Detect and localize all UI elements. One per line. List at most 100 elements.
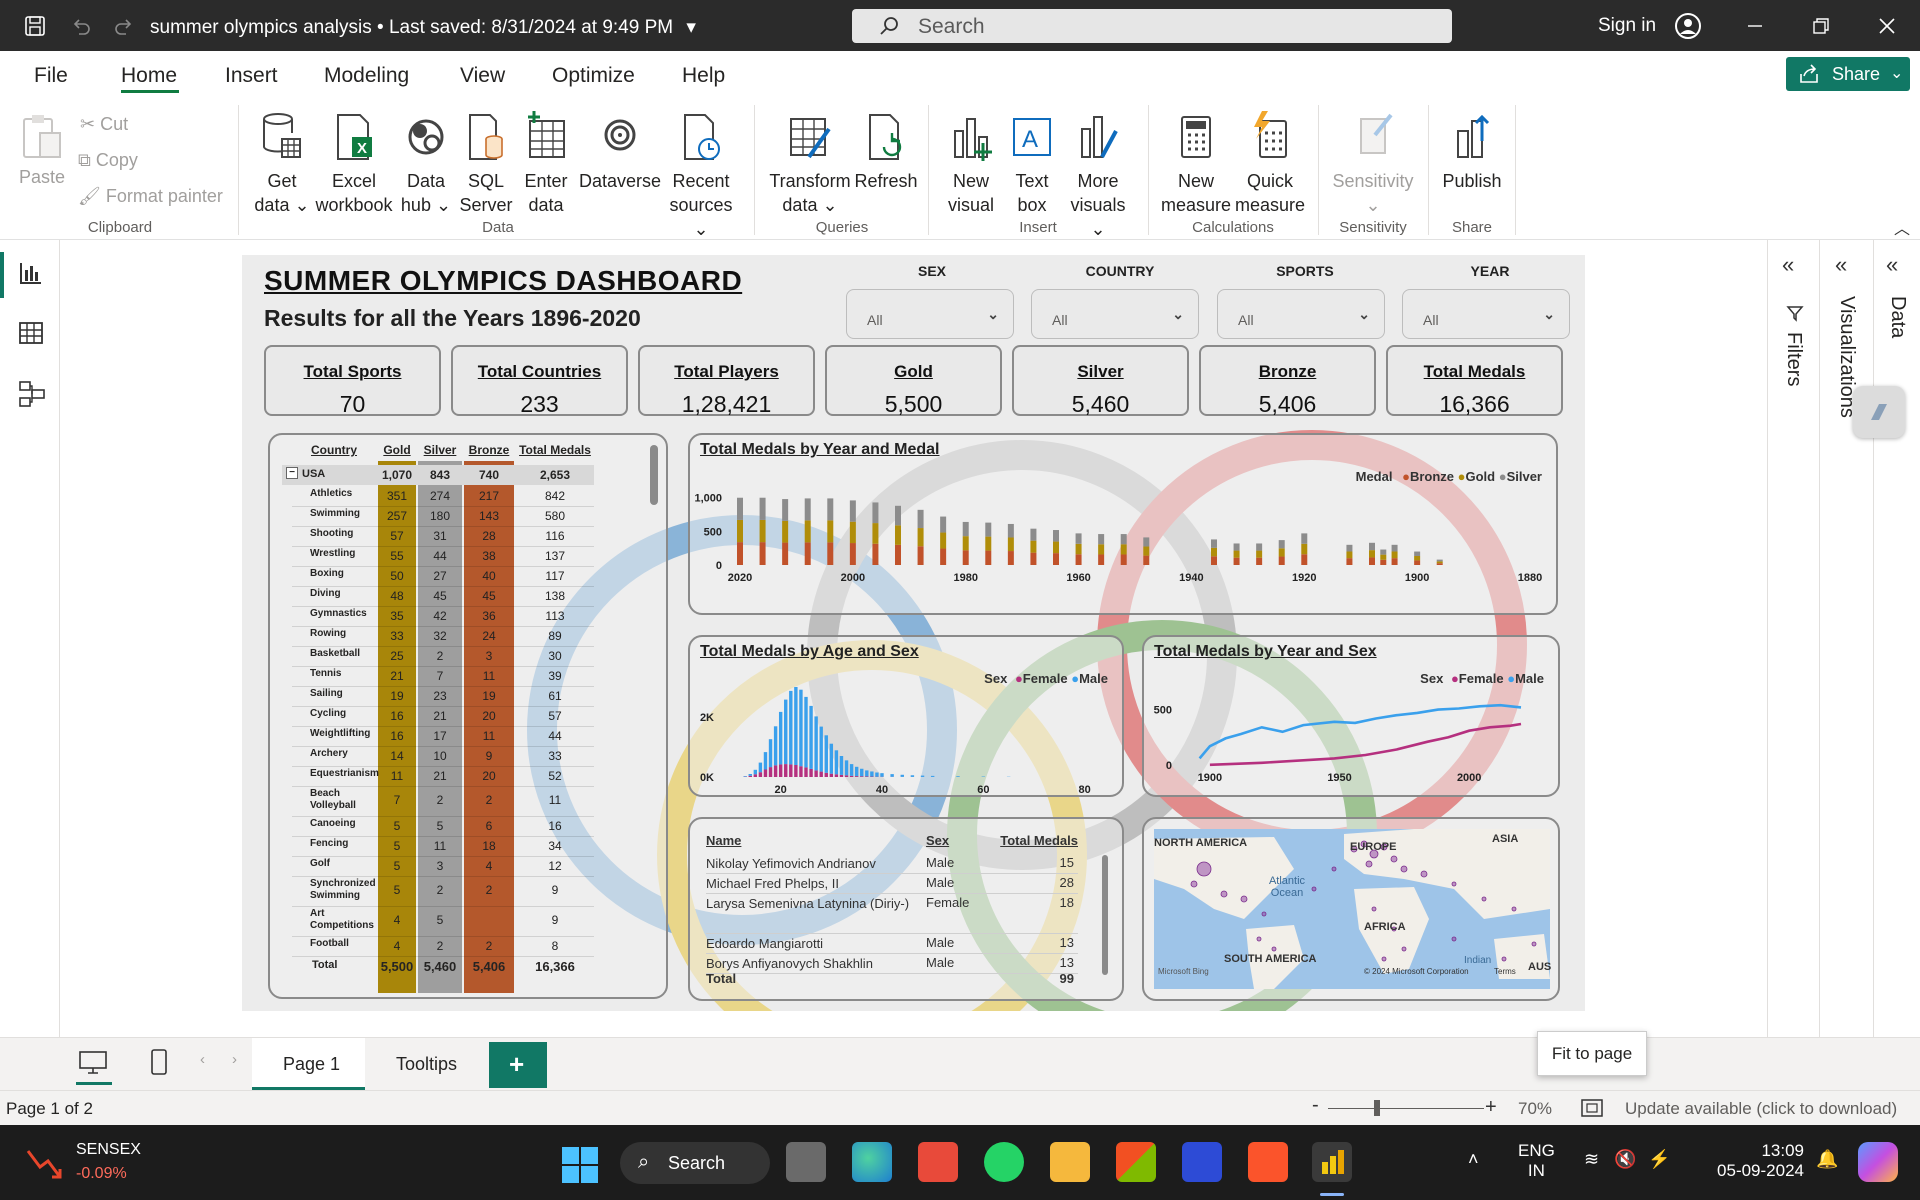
chevron-up-icon[interactable]: ˄	[1468, 1149, 1479, 1170]
col-header-country[interactable]: Country	[292, 443, 376, 457]
data-pane[interactable]: « Data	[1874, 240, 1920, 1037]
data-hub-button[interactable]: Data hub ⌄	[396, 111, 456, 217]
brave-icon[interactable]	[1248, 1142, 1288, 1182]
paste-button[interactable]: Paste	[16, 111, 68, 189]
minimize-icon[interactable]	[1742, 13, 1768, 39]
col-header[interactable]: Bronze	[464, 443, 514, 457]
kpi-total-players[interactable]: Total Players 1,28,421	[638, 345, 815, 417]
medals-map[interactable]: NORTH AMERICA EUROPE ASIA Atlantic Ocean…	[1142, 817, 1560, 1001]
kpi-total-countries[interactable]: Total Countries 233	[451, 345, 628, 417]
athlete-name[interactable]: Nikolay Yefimovich Andrianov	[706, 855, 916, 873]
battery-icon[interactable]: ⚡	[1648, 1149, 1670, 1170]
cut-button[interactable]: ✂ Cut	[80, 112, 128, 136]
copilot-button[interactable]	[1853, 386, 1905, 438]
stock-chart-icon[interactable]	[26, 1147, 62, 1181]
zoom-slider-thumb[interactable]	[1374, 1100, 1380, 1116]
text-box-button[interactable]: A Text box	[1004, 111, 1060, 217]
chart-year-sex[interactable]: Total Medals by Year and Sex Sex ●Female…	[1142, 635, 1560, 797]
share-button[interactable]: Share ⌄	[1786, 57, 1910, 91]
zoom-out-button[interactable]: -	[1312, 1094, 1319, 1117]
mobile-layout-icon[interactable]	[149, 1048, 169, 1076]
menu-file[interactable]: File	[34, 64, 68, 88]
slicer-country[interactable]: All ⌄	[1031, 289, 1199, 339]
powerbi-icon[interactable]	[1312, 1142, 1352, 1182]
menu-insert[interactable]: Insert	[225, 64, 278, 88]
dataverse-button[interactable]: Dataverse	[578, 111, 662, 193]
taskbar-search[interactable]: ⌕ Search	[620, 1142, 770, 1184]
report-view-icon[interactable]	[18, 260, 44, 286]
desktop-layout-icon[interactable]	[78, 1050, 108, 1076]
slicer-sex[interactable]: All ⌄	[846, 289, 1014, 339]
sign-in-link[interactable]: Sign in	[1598, 15, 1656, 37]
menu-modeling[interactable]: Modeling	[324, 64, 409, 88]
store-icon[interactable]	[1116, 1142, 1156, 1182]
quick-measure-button[interactable]: Quick measure	[1232, 111, 1308, 217]
language-indicator[interactable]: ENG IN	[1518, 1141, 1555, 1181]
windows-start-icon[interactable]	[562, 1147, 598, 1183]
undo-icon[interactable]	[68, 13, 94, 39]
collapse-pane-icon[interactable]: «	[1782, 252, 1794, 278]
kpi-bronze[interactable]: Bronze 5,406	[1199, 345, 1376, 417]
chevron-down-icon[interactable]: ▾	[686, 17, 696, 38]
col-sex-header[interactable]: Sex	[926, 833, 949, 848]
collapse-pane-icon[interactable]: «	[1886, 252, 1898, 278]
collapse-pane-icon[interactable]: «	[1835, 252, 1847, 278]
refresh-button[interactable]: Refresh	[854, 111, 918, 193]
account-icon[interactable]	[1673, 11, 1703, 41]
add-page-button[interactable]: +	[489, 1042, 547, 1088]
copilot-taskbar-icon[interactable]	[1858, 1142, 1898, 1182]
fit-to-page-icon[interactable]	[1580, 1098, 1604, 1118]
app-icon[interactable]	[1182, 1142, 1222, 1182]
clock[interactable]: 13:09 05-09-2024	[1690, 1141, 1804, 1181]
zoom-in-button[interactable]: +	[1485, 1096, 1497, 1119]
medals-matrix[interactable]: Country Gold Silver Bronze Total Medals − USA 1…	[268, 433, 668, 999]
wifi-icon[interactable]: ≋	[1584, 1149, 1599, 1170]
get-data-button[interactable]: Get data ⌄	[252, 111, 312, 217]
zoom-slider[interactable]	[1328, 1108, 1484, 1109]
kpi-gold[interactable]: Gold 5,500	[825, 345, 1002, 417]
athlete-name[interactable]: Michael Fred Phelps, II	[706, 875, 916, 893]
document-title[interactable]: summer olympics analysis • Last saved: 8…	[150, 16, 696, 39]
tab-tooltips[interactable]: Tooltips	[365, 1038, 487, 1090]
whatsapp-icon[interactable]	[984, 1142, 1024, 1182]
matrix-scrollbar[interactable]	[650, 445, 658, 505]
table-scrollbar[interactable]	[1102, 855, 1108, 975]
map-terms-link[interactable]: Terms	[1494, 967, 1516, 976]
col-header[interactable]: Total Medals	[516, 443, 594, 457]
close-icon[interactable]	[1874, 13, 1900, 39]
update-available-link[interactable]: Update available (click to download)	[1625, 1099, 1897, 1119]
format-painter-button[interactable]: 🖌 Format painter	[78, 184, 223, 208]
dashboard-page[interactable]: SUMMER OLYMPICS DASHBOARD Results for al…	[242, 255, 1585, 1011]
col-header[interactable]: Gold	[378, 443, 416, 457]
menu-optimize[interactable]: Optimize	[552, 64, 635, 88]
slicer-sports[interactable]: All ⌄	[1217, 289, 1385, 339]
sensitivity-button[interactable]: Sensitivity ⌄	[1328, 111, 1418, 217]
new-measure-button[interactable]: New measure	[1158, 111, 1234, 217]
athlete-name[interactable]: Borys Anfiyanovych Shakhlin	[706, 955, 916, 973]
enter-data-button[interactable]: Enter data	[516, 111, 576, 217]
slicer-year[interactable]: All ⌄	[1402, 289, 1570, 339]
top-athletes-table[interactable]: Name Sex Total Medals Nikolay Yefimovich…	[688, 817, 1124, 1001]
tab-page-1[interactable]: Page 1	[252, 1038, 365, 1090]
volume-muted-icon[interactable]: 🔇	[1614, 1149, 1636, 1170]
chevron-right-icon[interactable]: ›	[232, 1051, 237, 1068]
search-input[interactable]: Search	[852, 9, 1452, 43]
ticker-name[interactable]: SENSEX	[76, 1141, 141, 1159]
col-name-header[interactable]: Name	[706, 833, 741, 848]
menu-home[interactable]: Home	[121, 64, 177, 88]
task-view-icon[interactable]	[786, 1142, 826, 1182]
visualizations-pane[interactable]: « Visualizations	[1820, 240, 1874, 1037]
transform-data-button[interactable]: Transform data ⌄	[764, 111, 856, 217]
menu-view[interactable]: View	[460, 64, 505, 88]
athlete-name[interactable]: Larysa Semenivna Latynina (Diriy-)	[706, 895, 916, 913]
table-view-icon[interactable]	[18, 320, 44, 346]
filters-pane[interactable]: « Filters	[1768, 240, 1820, 1037]
recent-sources-button[interactable]: Recent sources ⌄	[664, 111, 738, 241]
zoom-level[interactable]: 70%	[1518, 1099, 1552, 1119]
expand-collapse-icon[interactable]: −	[286, 467, 298, 479]
chart-year-medal[interactable]: Total Medals by Year and Medal Medal ●Br…	[688, 433, 1558, 615]
chart-age-sex[interactable]: Total Medals by Age and Sex Sex ●Female …	[688, 635, 1124, 797]
edge-icon[interactable]	[852, 1142, 892, 1182]
save-icon[interactable]	[22, 13, 48, 39]
new-visual-button[interactable]: New visual	[940, 111, 1002, 217]
